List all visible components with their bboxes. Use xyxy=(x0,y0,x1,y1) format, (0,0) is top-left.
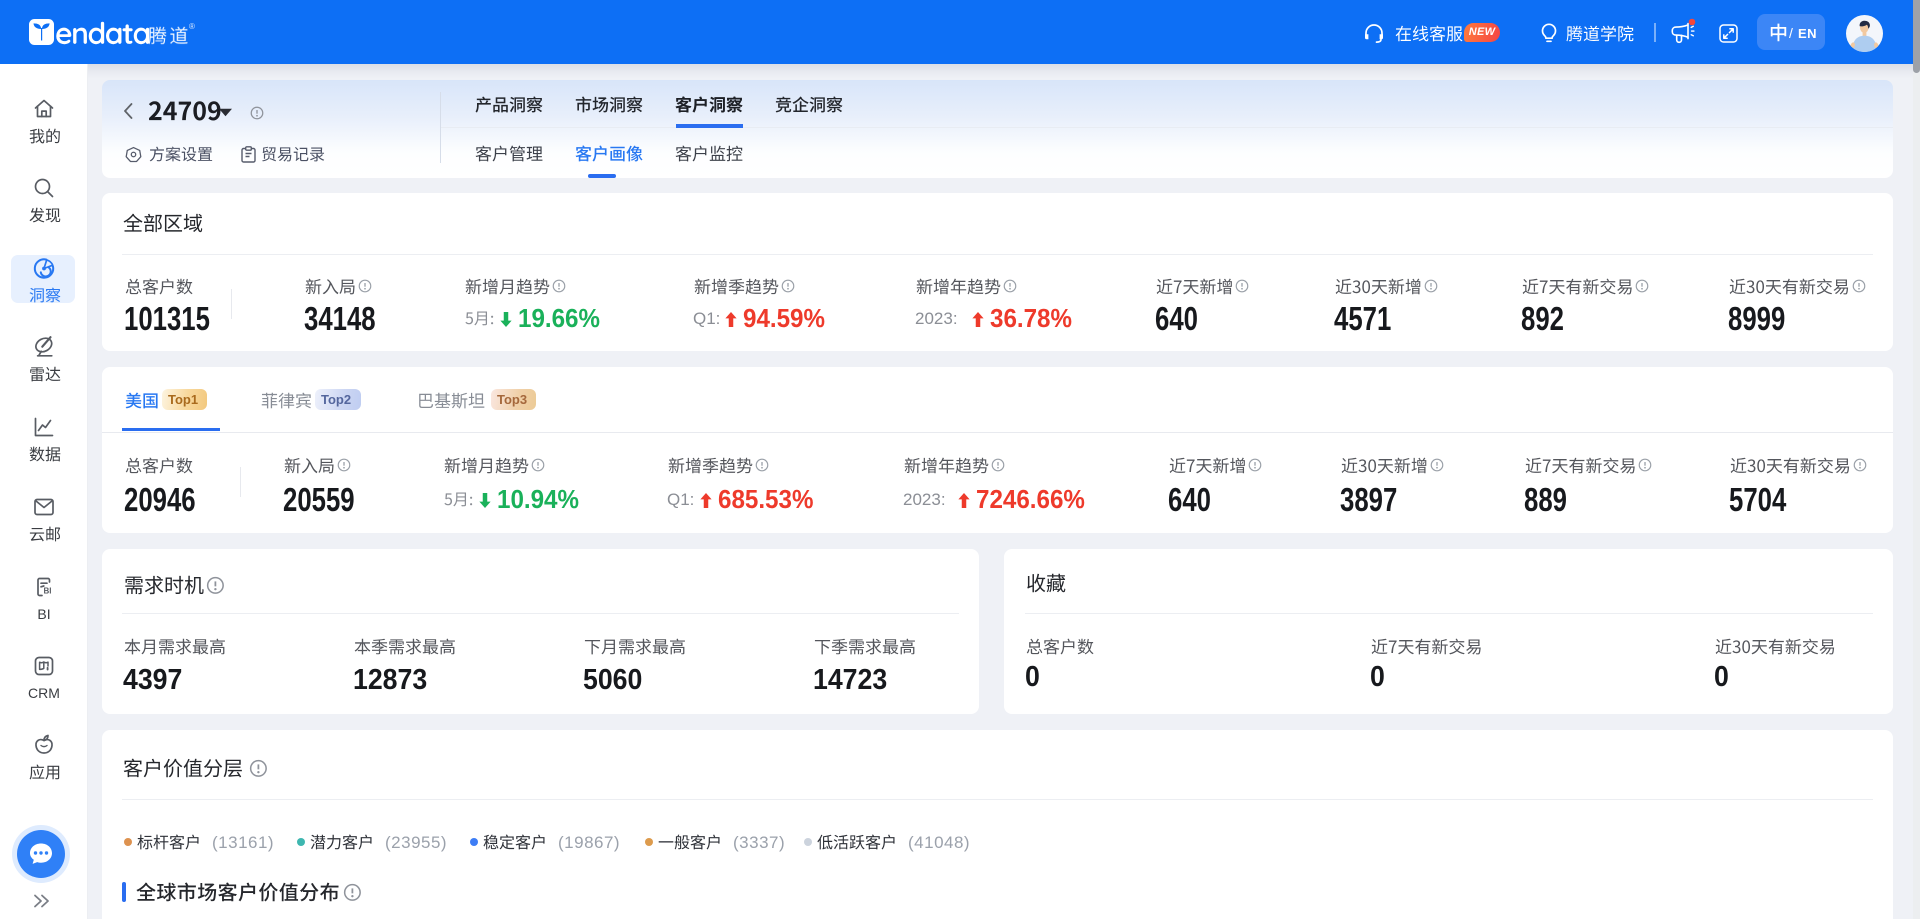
svg-text:BI: BI xyxy=(44,587,52,596)
